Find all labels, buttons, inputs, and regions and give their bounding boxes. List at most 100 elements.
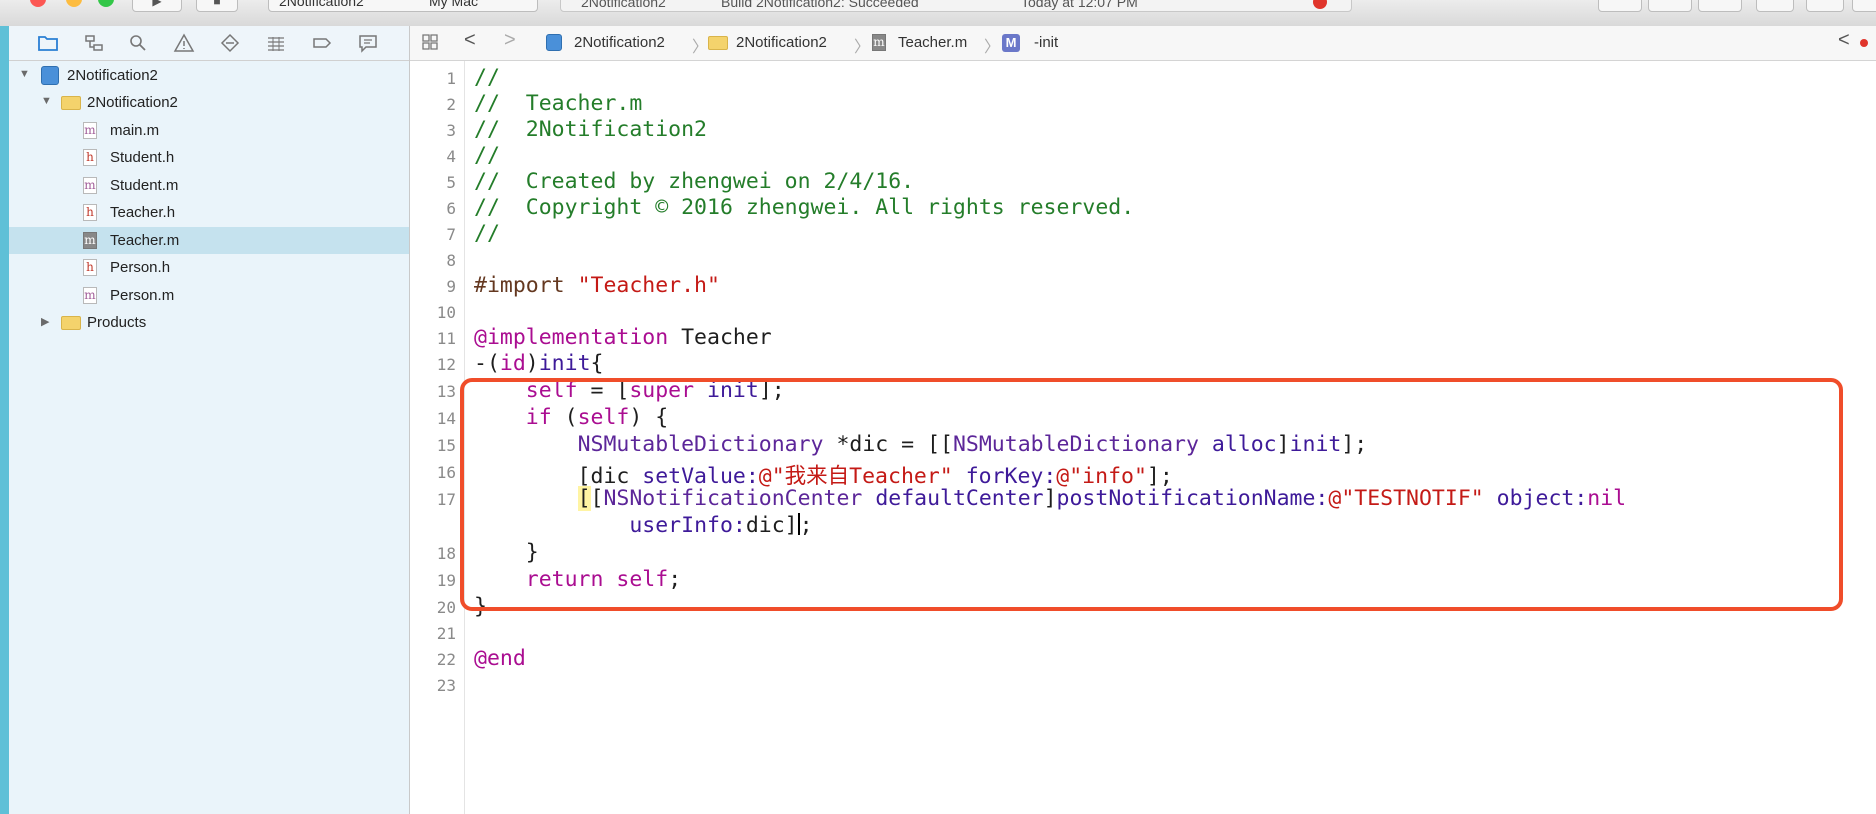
search-icon (130, 35, 146, 51)
grid-icon (422, 34, 438, 50)
window-left-edge (0, 26, 9, 814)
line-number: 6 (446, 199, 456, 218)
status-time: Today at 12:07 PM (1021, 0, 1138, 10)
destination-label: My Mac (429, 0, 478, 9)
line-number: 5 (446, 173, 456, 192)
line-number: 10 (436, 303, 456, 322)
code-line: // Teacher.m (474, 91, 643, 116)
project-navigator-tab[interactable] (37, 33, 61, 53)
stop-button[interactable]: ■ (196, 0, 238, 12)
tree-row-project[interactable]: ▼ 2Notification2 (9, 62, 409, 89)
toggle-navigator-button[interactable] (1756, 0, 1794, 12)
jumpbar-file[interactable]: Teacher.m (898, 34, 967, 51)
scheme-selector[interactable]: 2Notification2 My Mac (268, 0, 538, 12)
tree-label: Person.m (110, 287, 175, 304)
objc-source-file-icon: m (872, 34, 886, 51)
annotation-highlight-box (460, 378, 1843, 611)
code-line: // 2Notification2 (474, 117, 707, 142)
line-number: 9 (446, 277, 456, 296)
gauge-icon (268, 37, 284, 51)
back-chevron-icon[interactable]: < (464, 29, 476, 52)
path-separator-icon: 〉 (984, 39, 1001, 56)
report-navigator-tab[interactable] (357, 33, 381, 53)
folder-icon (61, 96, 81, 110)
line-number: 11 (436, 329, 456, 348)
scheme-label: 2Notification2 (279, 0, 364, 9)
symbol-navigator-tab[interactable] (83, 33, 107, 53)
minimize-window-button[interactable] (66, 0, 82, 7)
tree-label: 2Notification2 (87, 94, 178, 111)
tree-row-group[interactable]: ▼ 2Notification2 (9, 89, 409, 116)
assistant-editor-button[interactable] (1648, 0, 1692, 12)
debug-navigator-tab[interactable] (265, 33, 289, 53)
tree-row-group[interactable]: ▶ Products (9, 309, 409, 336)
line-number: 18 (436, 544, 456, 563)
tree-row-file-selected[interactable]: m Teacher.m (9, 227, 409, 254)
disclosure-triangle-down-icon[interactable]: ▼ (41, 95, 52, 107)
line-number: 1 (446, 69, 456, 88)
tree-label: Person.h (110, 259, 171, 276)
line-number: 21 (436, 624, 456, 643)
line-number: 14 (436, 409, 456, 428)
breakpoint-icon (313, 38, 332, 48)
line-number: 15 (436, 436, 456, 455)
standard-editor-button[interactable] (1598, 0, 1642, 12)
code-line: // Created by zhengwei on 2/4/16. (474, 169, 915, 194)
header-file-icon: h (83, 204, 97, 221)
tree-row-file[interactable]: m Student.m (9, 172, 409, 199)
objc-source-file-icon: m (83, 122, 97, 139)
back-chevron-icon[interactable]: < (1838, 29, 1850, 52)
line-number: 20 (436, 598, 456, 617)
tree-row-file[interactable]: m main.m (9, 117, 409, 144)
disclosure-triangle-right-icon[interactable]: ▶ (41, 315, 49, 328)
hierarchy-icon (85, 35, 103, 51)
test-navigator-tab[interactable] (219, 33, 243, 53)
tree-label: 2Notification2 (67, 67, 158, 84)
objc-source-file-icon: m (83, 177, 97, 194)
path-separator-icon: 〉 (854, 39, 871, 56)
tree-label: main.m (110, 122, 160, 139)
version-editor-button[interactable] (1698, 0, 1742, 12)
line-number: 19 (436, 571, 456, 590)
related-items-button[interactable] (420, 32, 440, 56)
speech-bubble-icon (359, 35, 377, 53)
error-indicator-icon[interactable] (1313, 0, 1327, 9)
jumpbar-project[interactable]: 2Notification2 (574, 34, 665, 51)
find-navigator-tab[interactable] (127, 33, 151, 53)
run-button[interactable]: ▶ (132, 0, 182, 12)
jumpbar-group[interactable]: 2Notification2 (736, 34, 827, 51)
objc-source-file-icon: m (83, 287, 97, 304)
objc-source-file-icon: m (83, 232, 97, 249)
play-icon: ▶ (152, 0, 162, 8)
line-number: 2 (446, 95, 456, 114)
tree-row-file[interactable]: h Teacher.h (9, 199, 409, 226)
issue-navigator-tab[interactable] (173, 33, 197, 53)
line-number-gutter[interactable]: 1 2 3 4 5 6 7 8 9 10 11 12 13 14 15 16 1… (410, 61, 465, 814)
tree-row-file[interactable]: h Student.h (9, 144, 409, 171)
status-project: 2Notification2 (581, 0, 666, 10)
line-number: 7 (446, 225, 456, 244)
code-line: @end (474, 646, 526, 671)
tree-label: Teacher.h (110, 204, 176, 221)
issue-marker-icon[interactable] (1860, 39, 1868, 47)
window-toolbar: ▶ ■ 2Notification2 My Mac 2Notification2… (0, 0, 1876, 27)
code-line: // (474, 221, 500, 246)
toggle-utilities-button[interactable] (1852, 0, 1876, 12)
code-line: -(id)init{ (474, 351, 604, 376)
code-line: @implementation Teacher (474, 325, 772, 350)
toggle-debug-area-button[interactable] (1806, 0, 1844, 12)
jumpbar-method[interactable]: -init (1034, 34, 1058, 51)
line-number: 22 (436, 650, 456, 669)
forward-chevron-icon[interactable]: > (504, 29, 516, 52)
code-line: // Copyright © 2016 zhengwei. All rights… (474, 195, 1135, 220)
close-window-button[interactable] (30, 0, 46, 7)
tree-row-file[interactable]: m Person.m (9, 282, 409, 309)
zoom-window-button[interactable] (98, 0, 114, 7)
line-number: 16 (436, 463, 456, 482)
tree-row-file[interactable]: h Person.h (9, 254, 409, 281)
code-line: // (474, 143, 500, 168)
breakpoint-navigator-tab[interactable] (311, 33, 335, 53)
disclosure-triangle-down-icon[interactable]: ▼ (19, 68, 30, 80)
method-icon: M (1002, 34, 1020, 52)
tree-label: Student.h (110, 149, 175, 166)
